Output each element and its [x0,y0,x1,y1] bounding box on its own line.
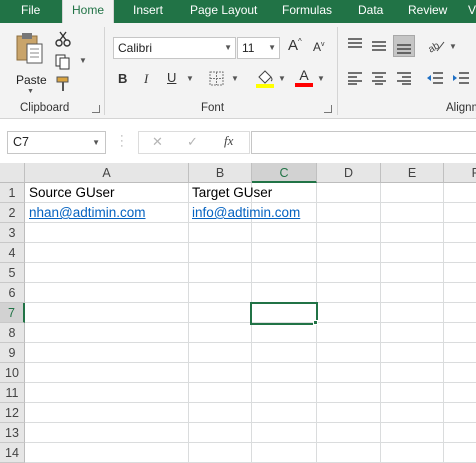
font-name-combo[interactable]: Calibri ▼ [113,37,236,59]
orientation-dropdown-icon[interactable]: ▼ [449,42,457,51]
align-left-icon[interactable] [347,71,363,85]
align-center-icon[interactable] [371,71,387,85]
cell-b1[interactable]: Target GUser [189,183,272,203]
tab-file[interactable]: File [21,0,40,23]
tab-data[interactable]: Data [358,0,383,23]
name-box[interactable]: C7 ▼ [7,131,106,154]
align-top-icon[interactable] [347,37,363,51]
chevron-down-icon: ▼ [27,88,34,95]
tab-page-layout[interactable]: Page Layout [190,0,257,23]
column-header-f[interactable]: F [444,163,476,183]
fx-icon[interactable]: fx [224,133,233,149]
column-header-c[interactable]: C [252,163,317,183]
row-header-1[interactable]: 1 [0,183,25,203]
chevron-down-icon: ▼ [224,43,232,52]
align-bottom-button[interactable] [393,35,415,57]
tab-view[interactable]: V [468,0,476,23]
formula-bar: C7 ▼ · · · ✕ ✓ fx [0,120,476,163]
font-color-button[interactable]: A [295,67,313,87]
cell-a1[interactable]: Source GUser [26,183,115,203]
row-header-9[interactable]: 9 [0,343,25,363]
copy-dropdown-icon[interactable]: ▼ [79,56,87,65]
column-header-a[interactable]: A [25,163,189,183]
cell-b2[interactable]: info@adtimin.com [189,203,300,223]
format-painter-icon[interactable] [55,76,71,92]
font-size-value: 11 [242,41,255,55]
row-header-3[interactable]: 3 [0,223,25,243]
alignment-group-label: Alignm [446,102,476,114]
fill-dropdown-icon[interactable]: ▼ [278,74,286,83]
underline-button[interactable]: U [167,70,176,85]
align-middle-icon[interactable] [371,39,387,53]
tab-review[interactable]: Review [408,0,447,23]
clipboard-group-label: Clipboard [20,102,70,114]
font-color-dropdown-icon[interactable]: ▼ [317,74,325,83]
worksheet-grid: A B C D E F 1 2 3 4 5 6 7 8 9 10 11 12 1… [0,163,476,463]
formula-input[interactable] [251,131,476,154]
ribbon-tab-bar: File Home Insert Page Layout Formulas Da… [0,0,476,24]
row-header-11[interactable]: 11 [0,383,25,403]
align-right-icon[interactable] [396,71,412,85]
tab-insert[interactable]: Insert [133,0,163,23]
name-box-value: C7 [13,135,29,149]
row-header-12[interactable]: 12 [0,403,25,423]
ribbon-home: Paste ▼ ▼ Clipboard Calibri ▼ 11 ▼ A^ Av… [0,23,476,119]
paste-icon [16,33,43,64]
row-header-7[interactable]: 7 [0,303,25,323]
row-header-6[interactable]: 6 [0,283,25,303]
active-cell-c7[interactable] [250,302,318,325]
row-header-14[interactable]: 14 [0,443,25,463]
underline-dropdown-icon[interactable]: ▼ [186,74,194,83]
tab-formulas[interactable]: Formulas [282,0,332,23]
cancel-button[interactable]: ✕ [152,134,163,150]
shrink-font-button[interactable]: Av [313,40,325,54]
borders-dropdown-icon[interactable]: ▼ [231,74,239,83]
borders-icon[interactable] [209,71,225,87]
bold-button[interactable]: B [118,71,127,86]
decrease-indent-icon[interactable] [426,71,444,85]
copy-icon[interactable] [55,54,71,70]
svg-text:ab: ab [426,40,442,53]
font-name-value: Calibri [118,41,153,55]
chevron-down-icon: ▼ [268,43,276,52]
fill-color-icon[interactable] [256,68,274,88]
chevron-down-icon: ▼ [92,138,100,147]
font-size-combo[interactable]: 11 ▼ [237,37,280,59]
cut-icon[interactable] [55,31,71,47]
paste-label: Paste [16,73,47,87]
fill-handle[interactable] [313,320,318,325]
row-header-10[interactable]: 10 [0,363,25,383]
row-header-13[interactable]: 13 [0,423,25,443]
formula-buttons: ✕ ✓ fx [138,131,250,154]
row-header-5[interactable]: 5 [0,263,25,283]
tab-home[interactable]: Home [62,0,115,24]
row-header-4[interactable]: 4 [0,243,25,263]
column-header-d[interactable]: D [317,163,381,183]
font-group-label: Font [201,102,225,114]
font-launcher-icon[interactable] [324,105,332,113]
grow-font-button[interactable]: A^ [288,37,302,54]
paste-button[interactable]: Paste ▼ [12,29,48,95]
orientation-icon[interactable]: ab [426,37,446,53]
font-color-icon: A [299,67,309,83]
column-header-e[interactable]: E [381,163,444,183]
clipboard-launcher-icon[interactable] [92,105,100,113]
row-header-8[interactable]: 8 [0,323,25,343]
row-header-2[interactable]: 2 [0,203,25,223]
align-bottom-icon [397,44,411,54]
cell-a2[interactable]: nhan@adtimin.com [26,203,146,223]
select-all-corner[interactable] [0,163,25,183]
increase-indent-icon[interactable] [452,71,470,85]
column-header-b[interactable]: B [189,163,252,183]
formula-bar-grip-icon[interactable]: · · · [120,131,124,152]
italic-button[interactable]: I [144,71,148,87]
enter-button[interactable]: ✓ [187,134,198,150]
